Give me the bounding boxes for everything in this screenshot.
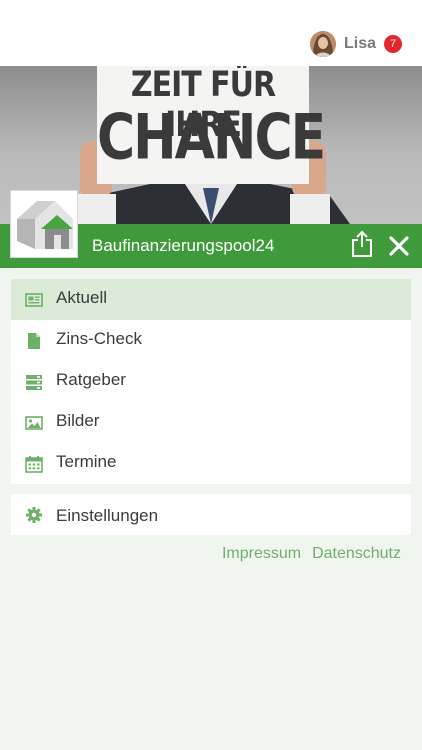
- server-list-icon: [25, 373, 43, 391]
- main-menu: Aktuell Zins-Check Ratgeber Bilder Termi…: [11, 279, 411, 484]
- hero-sign: ZEIT FÜR IHRE CHANCE: [97, 66, 326, 184]
- menu-item-label: Bilder: [56, 411, 100, 430]
- menu-item-label: Zins-Check: [56, 329, 142, 348]
- avatar[interactable]: [309, 31, 336, 57]
- menu-item-label: Termine: [56, 452, 117, 471]
- impressum-link[interactable]: Impressum: [222, 545, 301, 563]
- menu-item-label: Ratgeber: [56, 370, 126, 389]
- menu-item-einstellungen[interactable]: Einstellungen: [11, 494, 411, 535]
- hero-sign-line2: CHANCE: [97, 102, 326, 174]
- menu-item-zins-check[interactable]: Zins-Check: [11, 320, 411, 361]
- menu-item-ratgeber[interactable]: Ratgeber: [11, 361, 411, 402]
- user-name[interactable]: Lisa: [344, 35, 376, 53]
- calendar-icon: [25, 455, 43, 473]
- close-icon[interactable]: [387, 234, 411, 258]
- gear-icon: [25, 506, 43, 524]
- notification-badge[interactable]: 7: [384, 35, 402, 53]
- menu-item-label: Einstellungen: [56, 506, 159, 525]
- newspaper-icon: [25, 291, 43, 309]
- image-icon: [25, 414, 43, 432]
- menu-item-label: Aktuell: [56, 288, 108, 307]
- document-icon: [25, 332, 43, 350]
- footer-links: Impressum Datenschutz: [222, 545, 401, 563]
- datenschutz-link[interactable]: Datenschutz: [312, 545, 401, 563]
- menu-item-aktuell[interactable]: Aktuell: [11, 279, 411, 320]
- top-bar: Lisa 7: [0, 0, 422, 66]
- share-icon[interactable]: [350, 230, 374, 258]
- menu-item-bilder[interactable]: Bilder: [11, 402, 411, 443]
- brand-name: Baufinanzierungspool24: [92, 236, 275, 255]
- brand-logo: [10, 190, 78, 258]
- user-menu[interactable]: Lisa 7: [309, 30, 402, 58]
- menu-item-termine[interactable]: Termine: [11, 443, 411, 484]
